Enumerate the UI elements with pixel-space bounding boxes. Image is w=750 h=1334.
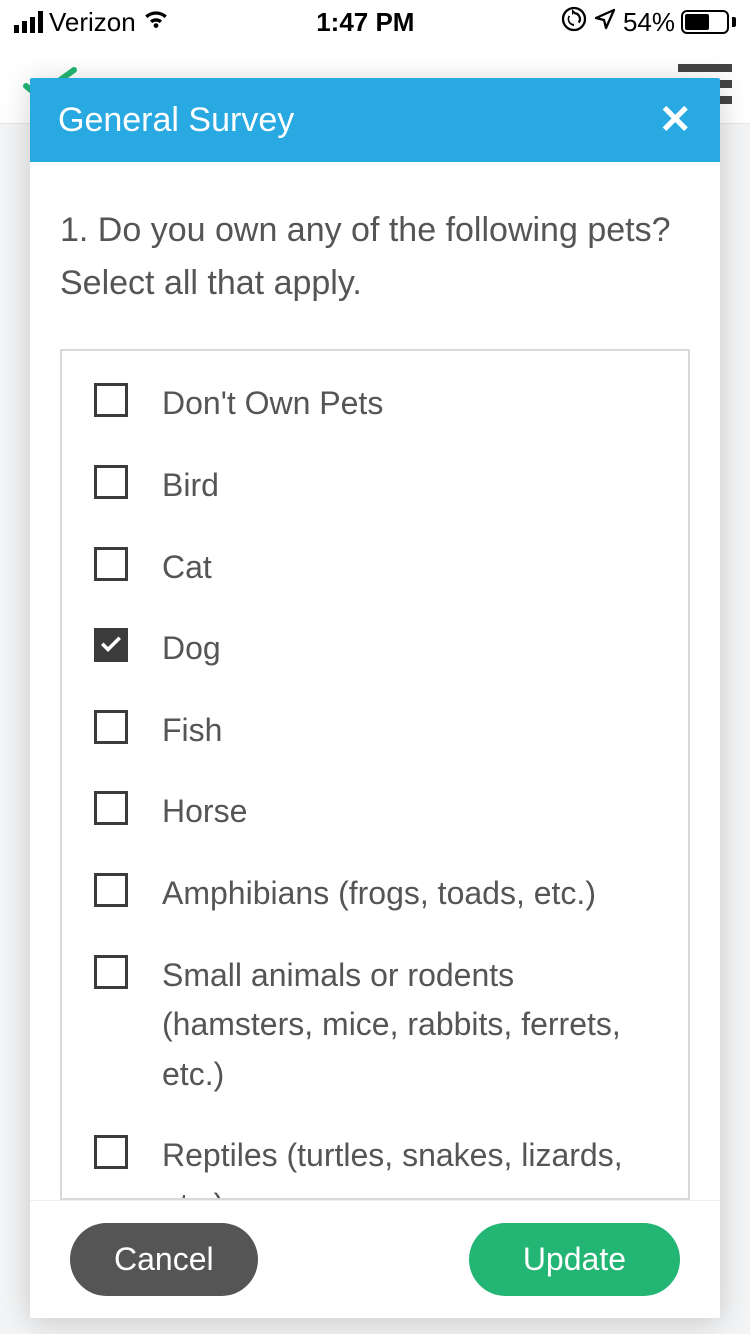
cellular-signal-icon: [14, 11, 43, 33]
orientation-lock-icon: [561, 6, 587, 39]
option-row[interactable]: Amphibians (frogs, toads, etc.): [94, 869, 662, 919]
checkbox-icon[interactable]: [94, 791, 128, 825]
option-label: Horse: [162, 787, 247, 837]
survey-question: 1. Do you own any of the following pets?…: [60, 204, 690, 309]
option-row[interactable]: Cat: [94, 543, 662, 593]
checkbox-icon[interactable]: [94, 873, 128, 907]
checkbox-icon[interactable]: [94, 547, 128, 581]
modal-title: General Survey: [58, 101, 294, 140]
option-label: Cat: [162, 543, 212, 593]
battery-pct: 54%: [623, 7, 675, 38]
option-label: Amphibians (frogs, toads, etc.): [162, 869, 596, 919]
clock: 1:47 PM: [170, 7, 561, 38]
option-label: Bird: [162, 461, 219, 511]
carrier-label: Verizon: [49, 7, 136, 38]
option-label: Don't Own Pets: [162, 379, 383, 429]
location-icon: [593, 7, 617, 38]
checkbox-icon[interactable]: [94, 628, 128, 662]
modal-header: General Survey ✕: [30, 78, 720, 162]
checkbox-icon[interactable]: [94, 710, 128, 744]
modal-body: 1. Do you own any of the following pets?…: [30, 162, 720, 1200]
close-icon[interactable]: ✕: [658, 100, 692, 140]
option-row[interactable]: Reptiles (turtles, snakes, lizards, etc.…: [94, 1131, 662, 1200]
update-button[interactable]: Update: [469, 1223, 680, 1296]
option-row[interactable]: Fish: [94, 706, 662, 756]
battery-icon: [681, 10, 736, 34]
option-label: Reptiles (turtles, snakes, lizards, etc.…: [162, 1131, 662, 1200]
option-row[interactable]: Bird: [94, 461, 662, 511]
checkbox-icon[interactable]: [94, 955, 128, 989]
checkbox-icon[interactable]: [94, 383, 128, 417]
modal-footer: Cancel Update: [30, 1200, 720, 1318]
option-label: Small animals or rodents (hamsters, mice…: [162, 951, 662, 1100]
option-row[interactable]: Dog: [94, 624, 662, 674]
option-row[interactable]: Horse: [94, 787, 662, 837]
option-row[interactable]: Small animals or rodents (hamsters, mice…: [94, 951, 662, 1100]
cancel-button[interactable]: Cancel: [70, 1223, 258, 1296]
wifi-icon: [142, 8, 170, 37]
status-bar: Verizon 1:47 PM 54%: [0, 0, 750, 44]
option-label: Fish: [162, 706, 222, 756]
options-box: Don't Own Pets Bird Cat Dog Fish Horse Amphibi…: [60, 349, 690, 1200]
checkbox-icon[interactable]: [94, 1135, 128, 1169]
option-label: Dog: [162, 624, 221, 674]
checkbox-icon[interactable]: [94, 465, 128, 499]
survey-modal: General Survey ✕ 1. Do you own any of th…: [30, 78, 720, 1318]
option-row[interactable]: Don't Own Pets: [94, 379, 662, 429]
